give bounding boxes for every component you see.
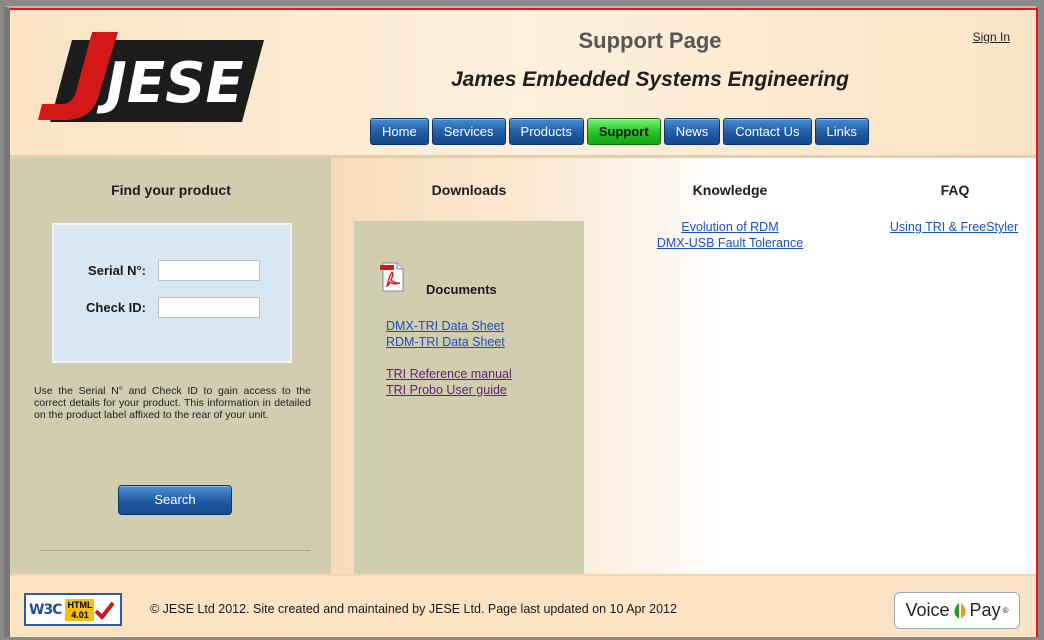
link-rdm-tri-data-sheet[interactable]: RDM-TRI Data Sheet <box>386 335 505 349</box>
nav-links[interactable]: Links <box>814 118 869 145</box>
help-text: Use the Serial N° and Check ID to gain a… <box>34 385 311 421</box>
w3c-logo-text: W3C <box>29 601 62 618</box>
site-footer: W3C HTML 4.01 © JESE Ltd 2012. Site crea… <box>10 574 1036 637</box>
check-id-input[interactable] <box>158 297 260 318</box>
voicepay-logo[interactable]: Voice Pay ® <box>894 592 1020 629</box>
link-dmx-usb-fault-tolerance[interactable]: DMX-USB Fault Tolerance <box>632 236 828 250</box>
voicepay-voice: Voice <box>905 600 950 620</box>
jese-logo[interactable]: JESE <box>32 30 264 122</box>
documents-heading: Documents <box>426 282 497 297</box>
voicepay-leaf-icon <box>954 602 966 619</box>
check-id-label: Check ID: <box>86 300 146 315</box>
downloads-title: Downloads <box>431 182 507 198</box>
serial-number-input[interactable] <box>158 260 260 281</box>
company-name: James Embedded Systems Engineering <box>451 68 849 91</box>
logo-text: JESE <box>96 51 244 116</box>
link-tri-probo-user-guide[interactable]: TRI Probo User guide <box>386 383 507 397</box>
link-using-tri-freestyler[interactable]: Using TRI & FreeStyler <box>866 220 1036 234</box>
serial-label: Serial N°: <box>88 263 146 278</box>
serial-row: Serial N°: <box>54 260 290 282</box>
nav-services[interactable]: Services <box>431 118 506 145</box>
nav-news[interactable]: News <box>663 118 721 145</box>
copyright-text: © JESE Ltd 2012. Site created and mainta… <box>150 602 677 616</box>
nav-home[interactable]: Home <box>370 118 429 145</box>
faq-title: FAQ <box>940 182 970 198</box>
html-text: HTML <box>67 599 93 610</box>
divider <box>40 550 310 551</box>
product-login-box: Serial N°: Check ID: <box>52 223 292 363</box>
search-button[interactable]: Search <box>118 485 232 515</box>
link-dmx-tri-data-sheet[interactable]: DMX-TRI Data Sheet <box>386 319 504 333</box>
check-id-row: Check ID: <box>54 297 290 319</box>
nav-support[interactable]: Support <box>586 118 661 145</box>
nav-contact-us[interactable]: Contact Us <box>723 118 812 145</box>
site-header: JESE Support Page James Embedded Systems… <box>10 8 1036 158</box>
w3c-html-badge[interactable]: W3C HTML 4.01 <box>24 593 122 626</box>
sign-in-link[interactable]: Sign In <box>973 30 1010 44</box>
html-version: 4.01 <box>71 609 89 620</box>
registered-mark: ® <box>1002 606 1009 615</box>
page-title: Support Page <box>578 28 722 53</box>
browser-frame: JESE Support Page James Embedded Systems… <box>4 6 1038 637</box>
pdf-icon <box>380 262 404 292</box>
w3c-html-label: HTML 4.01 <box>65 598 95 621</box>
find-product-panel: Find your product Serial N°: Check ID: U… <box>10 158 332 574</box>
main-nav: Home Services Products Support News Cont… <box>370 118 869 145</box>
link-evolution-of-rdm[interactable]: Evolution of RDM <box>632 220 828 234</box>
nav-products[interactable]: Products <box>508 118 584 145</box>
find-product-title: Find your product <box>111 182 231 198</box>
checkmark-icon <box>95 601 115 620</box>
knowledge-title: Knowledge <box>692 182 768 198</box>
voicepay-pay: Pay <box>969 600 1001 620</box>
link-tri-reference-manual[interactable]: TRI Reference manual <box>386 367 512 381</box>
